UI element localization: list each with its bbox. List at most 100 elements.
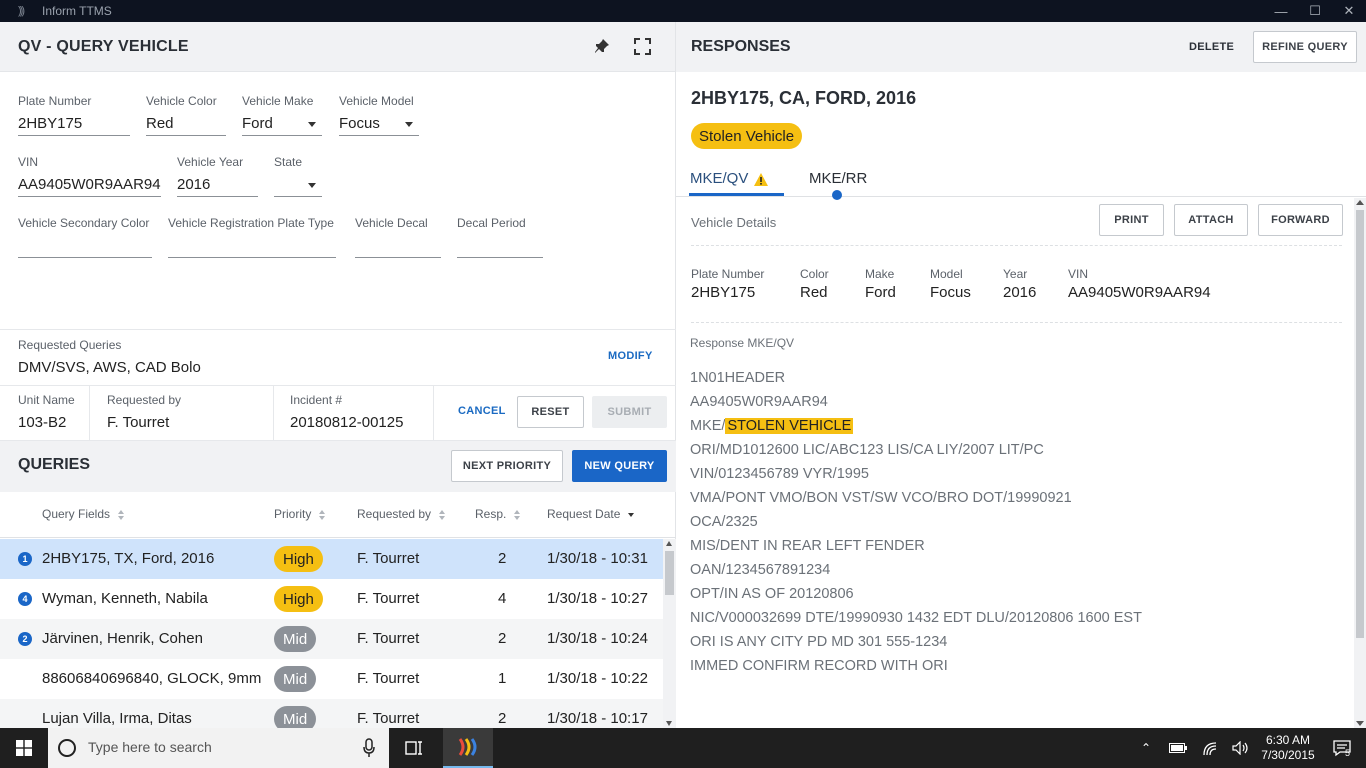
taskbar-search-input[interactable]: Type here to search [48,728,389,768]
column-resp[interactable]: Resp. [475,507,521,521]
scroll-up-icon[interactable] [1356,200,1364,205]
response-text: 1N01HEADER AA9405W0R9AAR94 MKE/STOLEN VE… [690,366,1142,678]
cortana-icon [58,739,76,757]
response-line: ORI IS ANY CITY PD MD 301 555-1234 [690,634,948,650]
queries-table-header: Query Fields Priority Requested by Resp.… [0,492,676,538]
table-row[interactable]: Lujan Villa, Irma, Ditas Mid F. Tourret … [0,699,663,728]
show-hidden-icons-icon[interactable]: ⌃ [1138,728,1154,768]
wifi-icon[interactable] [1200,728,1220,768]
delete-button[interactable]: DELETE [1189,41,1234,53]
vehicle-color-input[interactable]: Red [146,113,226,136]
vehicle-year-input[interactable]: 2016 [177,174,258,197]
vehicle-make-select[interactable]: Ford [242,113,322,136]
expand-icon[interactable] [634,38,651,55]
status-badge: Stolen Vehicle [691,123,803,149]
attach-button[interactable]: ATTACH [1174,204,1248,236]
new-query-button[interactable]: NEW QUERY [572,450,667,482]
response-line: 1N01HEADER [690,370,786,386]
incident-value: 20180812-00125 [290,414,404,431]
vehicle-make-field[interactable]: Vehicle Make Ford [242,94,322,136]
scrollbar-thumb[interactable] [1356,210,1364,638]
requested-queries-field: Requested Queries DMV/SVS, AWS, CAD Bolo [18,338,418,380]
column-query-fields[interactable]: Query Fields [42,507,125,521]
scrollbar-thumb[interactable] [665,551,674,595]
secondary-color-field[interactable]: Vehicle Secondary Color [18,216,152,258]
response-line: NIC/V000032699 DTE/19990930 1432 EDT DLU… [690,610,1142,626]
record-title: 2HBY175, CA, FORD, 2016 [691,88,917,108]
modify-button[interactable]: MODIFY [608,350,653,362]
vehicle-model-select[interactable]: Focus [339,113,419,136]
state-field[interactable]: State [274,155,322,197]
vehicle-decal-field[interactable]: Vehicle Decal [355,216,441,258]
battery-icon[interactable] [1168,728,1188,768]
secondary-color-input[interactable] [18,235,152,258]
state-select[interactable] [274,174,322,197]
taskbar-app-inform[interactable] [443,728,493,768]
vehicle-year-field[interactable]: Vehicle Year 2016 [177,155,258,197]
cancel-button[interactable]: CANCEL [458,405,506,417]
plate-number-field[interactable]: Plate Number 2HBY175 [18,94,130,136]
plate-type-input[interactable] [168,235,336,258]
forward-button[interactable]: FORWARD [1258,204,1343,236]
scroll-down-icon[interactable] [666,721,672,726]
responses-title: RESPONSES [691,38,791,55]
column-request-date[interactable]: Request Date [547,507,635,521]
plate-type-field[interactable]: Vehicle Registration Plate Type [168,216,336,258]
sort-icon [439,509,446,520]
print-button[interactable]: PRINT [1099,204,1164,236]
vin-field[interactable]: VIN AA9405W0R9AAR94 [18,155,161,197]
response-line: AA9405W0R9AAR94 [690,394,828,410]
task-view-icon[interactable] [405,739,423,757]
query-panel-header: QV - QUERY VEHICLE [0,22,675,72]
windows-start-icon[interactable] [16,740,32,756]
microphone-icon[interactable] [363,738,375,758]
sort-icon [118,509,125,520]
tab-mke-qv[interactable]: MKE/QV [690,170,748,187]
maximize-icon[interactable]: ☐ [1298,0,1332,22]
reset-button[interactable]: RESET [517,396,584,428]
vehicle-color-field[interactable]: Vehicle Color Red [146,94,226,136]
sort-icon [319,509,326,520]
section-label: Vehicle Details [691,215,777,230]
queries-scrollbar[interactable] [663,539,676,728]
requested-queries-value: DMV/SVS, AWS, CAD Bolo [18,359,201,376]
table-row[interactable]: 88606840696840, GLOCK, 9mm Mid F. Tourre… [0,659,663,699]
submit-button[interactable]: SUBMIT [592,396,667,428]
response-count-badge: 1 [18,552,32,566]
table-row[interactable]: 4 Wyman, Kenneth, Nabila High F. Tourret… [0,579,663,619]
pin-icon[interactable] [594,38,610,54]
volume-icon[interactable] [1231,728,1251,768]
response-tabs: MKE/QV MKE/RR [676,162,1366,200]
table-row[interactable]: 2 Järvinen, Henrik, Cohen Mid F. Tourret… [0,619,663,659]
decal-period-input[interactable] [457,235,543,258]
queries-table-body: 1 2HBY175, TX, Ford, 2016 High F. Tourre… [0,539,663,728]
response-line: VMA/PONT VMO/BON VST/SW VCO/BRO DOT/1999… [690,490,1072,506]
next-priority-button[interactable]: NEXT PRIORITY [451,450,563,482]
column-priority[interactable]: Priority [274,507,326,521]
divider [691,322,1342,323]
vehicle-decal-input[interactable] [355,235,441,258]
responses-header: RESPONSES DELETE REFINE QUERY [676,22,1366,72]
priority-badge: Mid [274,626,317,652]
window-controls: — ☐ ✕ [1264,0,1366,22]
scroll-up-icon[interactable] [666,541,672,546]
scroll-down-icon[interactable] [1356,721,1364,726]
tab-mke-rr[interactable]: MKE/RR [809,170,867,187]
vehicle-model-field[interactable]: Vehicle Model Focus [339,94,419,136]
column-requested-by[interactable]: Requested by [357,507,446,521]
response-line: MIS/DENT IN REAR LEFT FENDER [690,538,925,554]
close-icon[interactable]: ✕ [1332,0,1366,22]
chevron-down-icon [308,122,316,127]
system-clock[interactable]: 6:30 AM 7/30/2015 [1258,733,1318,763]
detail-color: Color Red [800,267,829,301]
plate-number-input[interactable]: 2HBY175 [18,113,130,136]
chevron-down-icon [308,183,316,188]
sort-icon [514,509,521,520]
decal-period-field[interactable]: Decal Period [457,216,543,258]
minimize-icon[interactable]: — [1264,0,1298,22]
table-row[interactable]: 1 2HBY175, TX, Ford, 2016 High F. Tourre… [0,539,663,579]
detail-make: Make Ford [865,267,896,301]
responses-scrollbar[interactable] [1354,198,1366,728]
vin-input[interactable]: AA9405W0R9AAR94 [18,174,161,197]
refine-query-button[interactable]: REFINE QUERY [1253,31,1357,63]
